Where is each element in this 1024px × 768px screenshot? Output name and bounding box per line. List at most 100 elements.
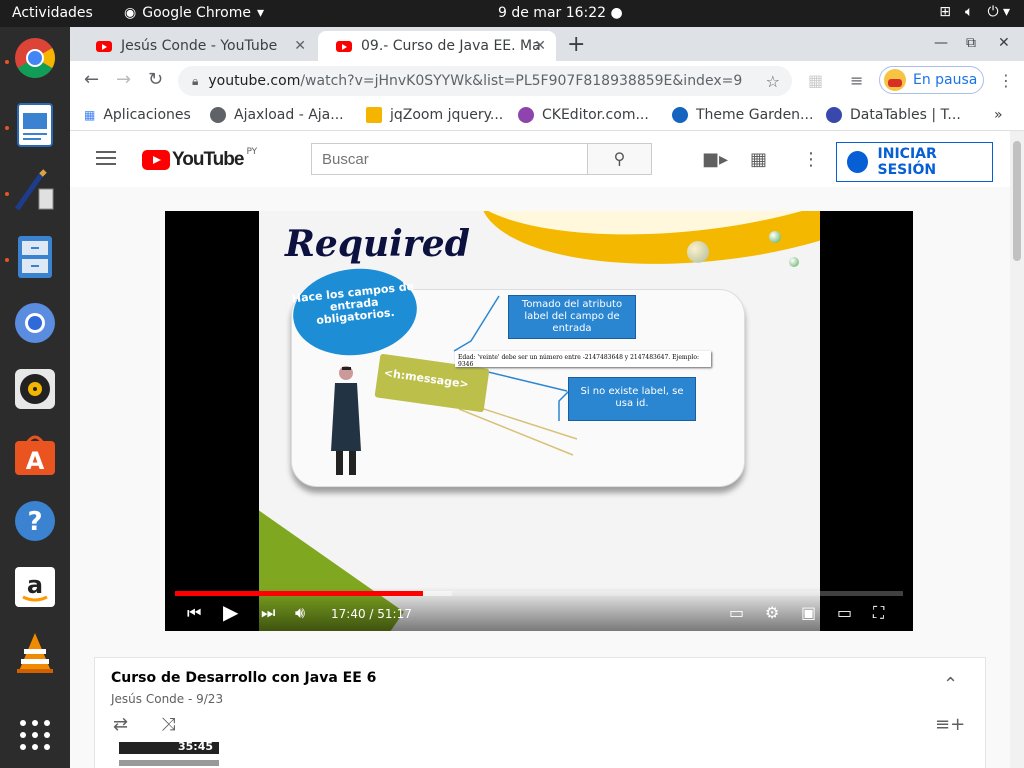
chevron-down-icon: ▾ bbox=[256, 5, 264, 21]
playlist-title[interactable]: Curso de Desarrollo con Java EE 6 bbox=[111, 670, 376, 686]
svg-text:a: a bbox=[27, 571, 43, 599]
extension-icon[interactable]: ▦ bbox=[808, 71, 823, 90]
bookmark-apps[interactable]: ▦ Aplicaciones bbox=[84, 107, 191, 123]
bookmark-ckeditor[interactable]: CKEditor.com... bbox=[518, 107, 649, 123]
tab-youtube-channel[interactable]: Jesús Conde - YouTube ✕ bbox=[78, 31, 316, 61]
scrollbar-thumb[interactable] bbox=[1013, 141, 1021, 261]
more-bookmarks-button[interactable]: » bbox=[994, 107, 1003, 123]
bookmark-label: CKEditor.com... bbox=[542, 107, 649, 123]
bookmark-star-icon[interactable]: ☆ bbox=[766, 72, 780, 91]
chromium-icon[interactable] bbox=[12, 300, 58, 346]
volume-button[interactable]: 🔊︎ bbox=[295, 603, 305, 623]
search-icon: ⚲ bbox=[613, 149, 626, 168]
lock-icon: 🔒︎ bbox=[192, 73, 199, 88]
previous-button[interactable]: ⏮︎ bbox=[187, 603, 201, 623]
account-icon bbox=[847, 151, 868, 173]
show-applications-icon[interactable] bbox=[12, 712, 58, 758]
running-indicator bbox=[5, 192, 9, 196]
youtube-favicon-icon bbox=[336, 40, 352, 52]
bookmark-jqzoom[interactable]: jqZoom jquery... bbox=[366, 107, 503, 123]
search-input[interactable] bbox=[311, 143, 588, 175]
dock: A ? a bbox=[0, 27, 70, 768]
subtitles-button[interactable]: ▭ bbox=[729, 603, 744, 622]
playlist-thumbnail[interactable]: 35:45 bbox=[119, 740, 219, 754]
next-button[interactable]: ⏭︎ bbox=[261, 603, 275, 623]
theater-mode-button[interactable]: ▭ bbox=[837, 603, 852, 622]
back-button[interactable]: ← bbox=[84, 69, 99, 90]
globe-icon bbox=[210, 107, 226, 123]
collapse-chevron-icon[interactable]: ⌃ bbox=[943, 674, 958, 695]
hamburger-menu-icon[interactable] bbox=[96, 151, 116, 165]
thumbnail-duration: 35:45 bbox=[177, 740, 213, 753]
ubuntu-software-icon[interactable]: A bbox=[12, 432, 58, 478]
power-icon: ⏻ ▾ bbox=[987, 4, 1010, 20]
settings-dots-icon[interactable]: ⋮ bbox=[802, 149, 820, 170]
create-video-icon[interactable]: ■▸ bbox=[702, 149, 728, 170]
new-tab-button[interactable]: + bbox=[567, 32, 585, 57]
playlist-thumbnail[interactable] bbox=[119, 760, 219, 766]
ckeditor-icon bbox=[518, 107, 534, 123]
minimize-button[interactable]: — bbox=[934, 35, 948, 51]
video-player[interactable]: Required Hace los campos de entrada obli… bbox=[165, 211, 913, 631]
play-button[interactable]: ▶︎ bbox=[223, 600, 238, 624]
activities-button[interactable]: Actividades bbox=[12, 5, 93, 21]
reload-button[interactable]: ↻ bbox=[148, 69, 163, 90]
rhythmbox-icon[interactable] bbox=[12, 366, 58, 412]
region-code: PY bbox=[246, 147, 258, 157]
drawing-icon[interactable] bbox=[12, 168, 58, 214]
app-menu-label: Google Chrome bbox=[142, 5, 251, 21]
video-frame: Required Hace los campos de entrada obli… bbox=[259, 211, 820, 631]
vlc-icon[interactable] bbox=[12, 630, 58, 676]
bookmark-theme-garden[interactable]: Theme Garden... bbox=[672, 107, 813, 123]
system-tray[interactable]: ⊞ 🔈︎ ⏻ ▾ bbox=[939, 4, 1010, 20]
system-top-bar: Actividades ◉ Google Chrome ▾ 9 de mar 1… bbox=[0, 0, 1024, 27]
running-indicator bbox=[5, 258, 9, 262]
media-controls-icon[interactable]: ≡ bbox=[850, 71, 863, 90]
chrome-small-icon: ◉ bbox=[124, 5, 137, 21]
forward-button[interactable]: → bbox=[116, 69, 131, 90]
address-bar[interactable]: 🔒︎ youtube.com/watch?v=jHnvK0SYYWk&list=… bbox=[178, 66, 792, 96]
close-tab-icon[interactable]: ✕ bbox=[294, 38, 306, 54]
amazon-icon[interactable]: a bbox=[12, 564, 58, 610]
tab-label: Jesús Conde - YouTube bbox=[121, 38, 278, 54]
profile-avatar bbox=[884, 69, 906, 91]
running-indicator bbox=[5, 126, 9, 130]
youtube-logo-text: YouTube bbox=[172, 149, 244, 170]
file-cabinet-icon[interactable] bbox=[12, 234, 58, 280]
youtube-logo[interactable]: YouTube PY bbox=[142, 147, 258, 171]
info-box-label: Tomado del atributo label del campo de e… bbox=[508, 295, 636, 339]
clock[interactable]: 9 de mar 16:22 ● bbox=[498, 5, 623, 21]
clock-label: 9 de mar 16:22 bbox=[498, 5, 607, 21]
fullscreen-button[interactable]: ⛶ bbox=[873, 603, 884, 623]
bookmark-ajaxload[interactable]: Ajaxload - Aja... bbox=[210, 107, 344, 123]
playlist-panel: Curso de Desarrollo con Java EE 6 Jesús … bbox=[94, 657, 986, 768]
close-window-button[interactable]: ✕ bbox=[998, 35, 1010, 51]
app-menu[interactable]: ◉ Google Chrome ▾ bbox=[124, 5, 264, 21]
maximize-button[interactable]: ⧉ bbox=[966, 35, 976, 51]
profile-label: En pausa bbox=[913, 72, 978, 88]
svg-text:A: A bbox=[26, 447, 45, 475]
shuffle-icon[interactable]: ⤨ bbox=[161, 714, 175, 735]
tab-java-course[interactable]: 09.- Curso de Java EE. Ma ✕ bbox=[318, 31, 556, 61]
search-button[interactable]: ⚲ bbox=[587, 143, 652, 175]
page-scrollbar[interactable] bbox=[1010, 131, 1024, 768]
profile-button[interactable]: En pausa bbox=[879, 66, 984, 94]
document-viewer-icon[interactable] bbox=[12, 102, 58, 148]
chrome-icon[interactable] bbox=[12, 35, 58, 81]
miniplayer-button[interactable]: ▣ bbox=[801, 603, 816, 622]
add-to-playlist-icon[interactable]: ≡+ bbox=[935, 714, 965, 735]
playlist-subtitle: Jesús Conde - 9/23 bbox=[111, 692, 224, 706]
apps-grid-icon[interactable]: ▦ bbox=[750, 149, 767, 170]
sign-in-button[interactable]: INICIAR SESIÓN bbox=[836, 142, 993, 182]
loop-icon[interactable]: ⇄ bbox=[113, 714, 128, 735]
help-icon[interactable]: ? bbox=[12, 498, 58, 544]
character-figure bbox=[331, 366, 361, 475]
progress-bar[interactable] bbox=[175, 591, 903, 596]
apps-grid-icon: ▦ bbox=[84, 108, 96, 122]
chrome-menu-icon[interactable]: ⋮ bbox=[998, 71, 1014, 90]
svg-text:?: ? bbox=[27, 507, 42, 537]
close-tab-icon[interactable]: ✕ bbox=[534, 38, 546, 54]
bookmark-datatables[interactable]: DataTables | T... bbox=[826, 107, 961, 123]
settings-hd-button[interactable]: ⚙︎ bbox=[765, 603, 779, 622]
info-box-id: Si no existe label, se usa id. bbox=[568, 377, 696, 421]
